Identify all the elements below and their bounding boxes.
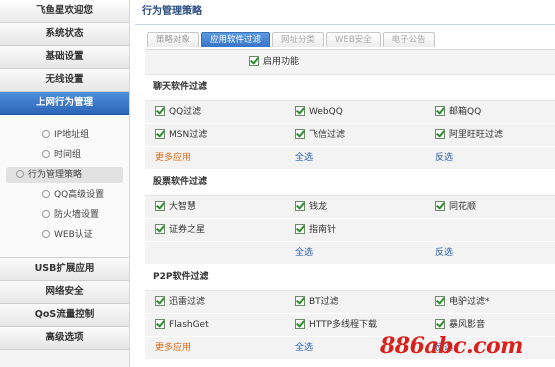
watermark-logo: 886abc.com (380, 333, 523, 359)
check-icon (295, 295, 305, 306)
filter-panel: 启用功能 聊天软件过滤 QQ过滤 WebQQ 邮箱QQ MSN过滤 飞信过滤 阿… (145, 49, 555, 360)
bullet-icon (42, 209, 50, 218)
welcome-banner: 飞鱼星欢迎您 (0, 0, 129, 23)
checkbox-xunlei[interactable]: 迅雷过滤 (155, 291, 205, 313)
checkbox-msn[interactable]: MSN过滤 (155, 124, 207, 146)
main-content: 行为管理策略 策略对象 应用软件过滤 网址分类 WEB安全 电子公告 启用功能 … (135, 0, 555, 367)
chat-invert-link[interactable]: 反选 (435, 147, 453, 169)
sidebar-item-behavior-management[interactable]: 上网行为管理 (0, 92, 129, 115)
checkbox-zhinanzhen[interactable]: 指南针 (295, 219, 336, 241)
page-title: 行为管理策略 (135, 0, 555, 25)
bullet-icon (42, 189, 50, 198)
sidebar: 飞鱼星欢迎您 系统状态 基础设置 无线设置 上网行为管理 IP地址组 时间组 行… (0, 0, 130, 367)
check-icon (155, 318, 165, 329)
check-icon (435, 295, 445, 306)
tab-url-category[interactable]: 网址分类 (272, 32, 325, 47)
checkbox-mail-qq[interactable]: 邮箱QQ (435, 101, 481, 123)
check-icon (435, 200, 445, 211)
checkbox-fetion[interactable]: 飞信过滤 (295, 124, 345, 146)
sidebar-item-usb[interactable]: USB扩展应用 (0, 258, 129, 281)
sidebar-item-wireless-settings[interactable]: 无线设置 (0, 69, 129, 92)
stock-actions-row: 全选 反选 (145, 242, 555, 265)
p2p-more-apps-link[interactable]: 更多应用 (155, 337, 191, 359)
tab-web-security[interactable]: WEB安全 (326, 32, 381, 47)
sidebar-item-system-status[interactable]: 系统状态 (0, 23, 129, 46)
check-icon (155, 295, 165, 306)
checkbox-qq[interactable]: QQ过滤 (155, 101, 201, 123)
submenu-time-group[interactable]: 时间组 (6, 147, 123, 163)
bullet-icon (16, 169, 24, 178)
submenu-ip-group[interactable]: IP地址组 (6, 127, 123, 143)
section-title-chat: 聊天软件过滤 (145, 75, 555, 101)
check-icon (295, 318, 305, 329)
tab-bar: 策略对象 应用软件过滤 网址分类 WEB安全 电子公告 (147, 32, 437, 47)
tab-policy-objects[interactable]: 策略对象 (147, 32, 200, 47)
checkbox-dazhihui[interactable]: 大智慧 (155, 196, 196, 218)
checkbox-flashget[interactable]: FlashGet (155, 314, 209, 336)
checkbox-edonkey[interactable]: 电驴过滤* (435, 291, 490, 313)
stock-select-all-link[interactable]: 全选 (295, 242, 313, 264)
stock-row-2: 证券之星 指南针 (145, 219, 555, 242)
stock-invert-link[interactable]: 反选 (435, 242, 453, 264)
sidebar-item-network-security[interactable]: 网络安全 (0, 281, 129, 304)
check-icon (435, 318, 445, 329)
p2p-select-all-link[interactable]: 全选 (295, 337, 313, 359)
check-icon (295, 200, 305, 211)
enable-label: 启用功能 (263, 57, 300, 67)
submenu-firewall[interactable]: 防火墙设置 (6, 207, 123, 223)
checkbox-webqq[interactable]: WebQQ (295, 101, 343, 123)
check-icon (295, 105, 305, 116)
checkbox-zhengquanzhixing[interactable]: 证券之星 (155, 219, 205, 241)
checkbox-tonghuashun[interactable]: 同花顺 (435, 196, 476, 218)
check-icon (155, 223, 165, 234)
tab-bulletin[interactable]: 电子公告 (382, 32, 435, 47)
check-icon (295, 128, 305, 139)
bullet-icon (42, 229, 50, 238)
chat-actions-row: 更多应用 全选 反选 (145, 147, 555, 170)
checkbox-qianlong[interactable]: 钱龙 (295, 196, 327, 218)
sidebar-submenu: IP地址组 时间组 行为管理策略 QQ高级设置 防火墙设置 WEB认证 (0, 115, 129, 258)
enable-checkbox[interactable] (249, 56, 259, 66)
check-icon (295, 223, 305, 234)
chat-more-apps-link[interactable]: 更多应用 (155, 147, 191, 169)
check-icon (435, 128, 445, 139)
check-icon (155, 105, 165, 116)
sidebar-item-basic-settings[interactable]: 基础设置 (0, 46, 129, 69)
bullet-icon (42, 149, 50, 158)
tab-app-filter[interactable]: 应用软件过滤 (201, 32, 271, 47)
submenu-web-auth[interactable]: WEB认证 (6, 227, 123, 243)
submenu-behavior-policy[interactable]: 行为管理策略 (6, 167, 123, 183)
chat-row-1: QQ过滤 WebQQ 邮箱QQ (145, 101, 555, 124)
check-icon (155, 200, 165, 211)
section-title-stock: 股票软件过滤 (145, 170, 555, 196)
check-icon (155, 128, 165, 139)
bullet-icon (42, 129, 50, 138)
enable-row: 启用功能 (145, 50, 555, 75)
chat-row-2: MSN过滤 飞信过滤 阿里旺旺过滤 (145, 124, 555, 147)
sidebar-item-qos[interactable]: QoS流量控制 (0, 304, 129, 327)
checkbox-bt[interactable]: BT过滤 (295, 291, 339, 313)
check-icon (435, 105, 445, 116)
section-title-p2p: P2P软件过滤 (145, 265, 555, 291)
chat-select-all-link[interactable]: 全选 (295, 147, 313, 169)
checkbox-http-multithread[interactable]: HTTP多线程下载 (295, 314, 377, 336)
stock-row-1: 大智慧 钱龙 同花顺 (145, 196, 555, 219)
p2p-row-1: 迅雷过滤 BT过滤 电驴过滤* (145, 291, 555, 314)
submenu-qq-advanced[interactable]: QQ高级设置 (6, 187, 123, 203)
checkbox-aliwangwang[interactable]: 阿里旺旺过滤 (435, 124, 503, 146)
sidebar-item-advanced[interactable]: 高级选项 (0, 327, 129, 350)
